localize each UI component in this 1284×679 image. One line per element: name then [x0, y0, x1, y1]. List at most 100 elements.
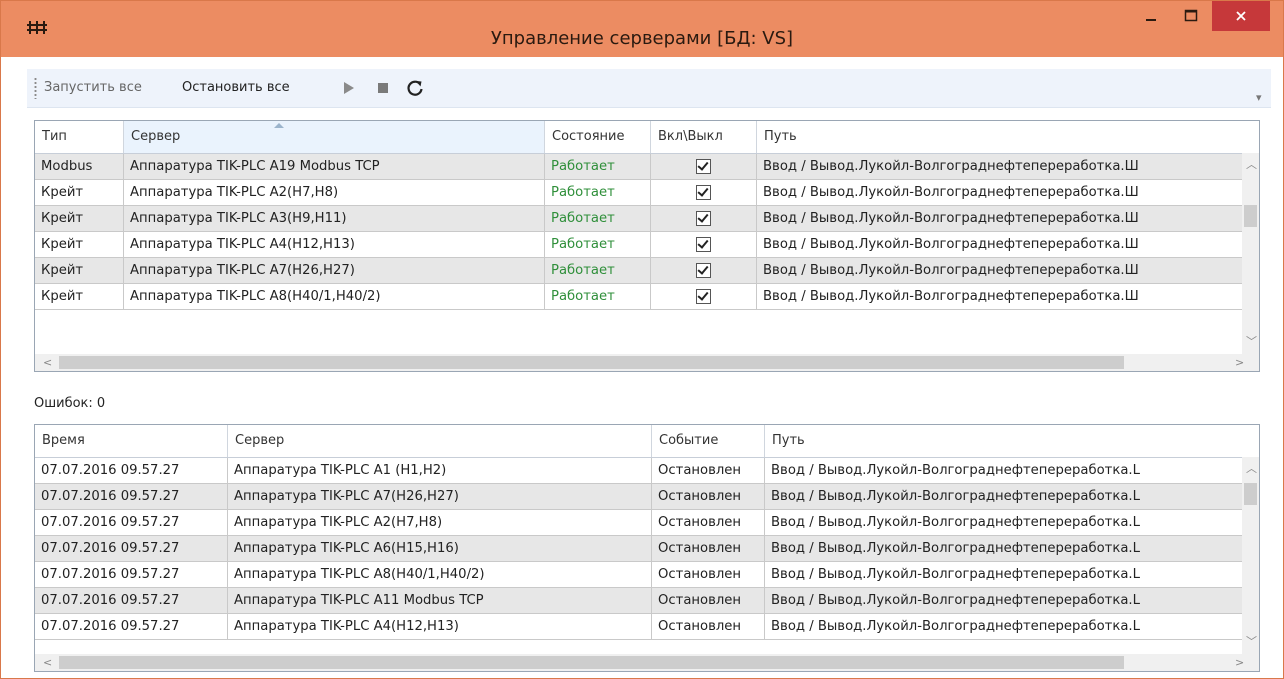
- cell-path: Ввод / Вывод.Лукойл-Волгограднефтеперера…: [765, 510, 1245, 536]
- table-row[interactable]: Modbus Аппаратура TIK-PLC A19 Modbus TCP Р…: [35, 154, 1245, 180]
- table-row[interactable]: 07.07.2016 09.57.27 Аппаратура TIK-PLC A2…: [35, 510, 1245, 536]
- column-header-server[interactable]: Сервер: [124, 121, 545, 153]
- column-header-server[interactable]: Сервер: [228, 425, 652, 457]
- cell-state: Работает: [545, 232, 651, 258]
- cell-enabled: [651, 232, 757, 258]
- column-header-server-label: Сервер: [131, 129, 181, 144]
- enabled-checkbox[interactable]: [696, 263, 711, 278]
- column-header-time[interactable]: Время: [35, 425, 228, 457]
- cell-type: Крейт: [35, 232, 124, 258]
- cell-state: Работает: [545, 258, 651, 284]
- cell-state: Работает: [545, 154, 651, 180]
- title-bar[interactable]: Управление серверами [БД: VS]: [1, 1, 1283, 57]
- play-icon[interactable]: [344, 82, 354, 94]
- cell-time: 07.07.2016 09.57.27: [35, 614, 228, 640]
- table-row[interactable]: 07.07.2016 09.57.27 Аппаратура TIK-PLC A8…: [35, 562, 1245, 588]
- cell-type: Крейт: [35, 206, 124, 232]
- cell-time: 07.07.2016 09.57.27: [35, 536, 228, 562]
- column-header-path[interactable]: Путь: [765, 425, 1245, 457]
- table-row[interactable]: 07.07.2016 09.57.27 Аппаратура TIK-PLC A1…: [35, 588, 1245, 614]
- table-row[interactable]: 07.07.2016 09.57.27 Аппаратура TIK-PLC A7…: [35, 484, 1245, 510]
- table-row[interactable]: 07.07.2016 09.57.27 Аппаратура TIK-PLC A1…: [35, 458, 1245, 484]
- scroll-up-icon[interactable]: ︿: [1246, 159, 1257, 171]
- servers-scroll-thumb[interactable]: [1244, 205, 1257, 227]
- events-hscroll-thumb[interactable]: [59, 656, 1124, 669]
- cell-event: Остановлен: [652, 458, 765, 484]
- cell-time: 07.07.2016 09.57.27: [35, 458, 228, 484]
- column-header-state[interactable]: Состояние: [545, 121, 651, 153]
- scroll-down-icon[interactable]: ﹀: [1246, 336, 1257, 348]
- minimize-button[interactable]: [1136, 1, 1166, 31]
- cell-path: Ввод / Вывод.Лукойл-Волгограднефтеперера…: [757, 232, 1245, 258]
- cell-event: Остановлен: [652, 510, 765, 536]
- close-button[interactable]: [1212, 1, 1270, 31]
- scroll-up-icon[interactable]: ︿: [1246, 463, 1257, 475]
- cell-server: Аппаратура TIK-PLC A4(H12,H13): [124, 232, 545, 258]
- servers-horizontal-scrollbar[interactable]: < >: [35, 354, 1259, 371]
- column-header-path[interactable]: Путь: [757, 121, 1245, 153]
- events-vertical-scrollbar[interactable]: ︿ ﹀: [1242, 457, 1259, 654]
- table-row[interactable]: Крейт Аппаратура TIK-PLC A4(H12,H13) Работ…: [35, 232, 1245, 258]
- window-title: Управление серверами [БД: VS]: [490, 28, 794, 49]
- refresh-icon[interactable]: [406, 79, 424, 97]
- scroll-down-icon[interactable]: ﹀: [1246, 636, 1257, 648]
- table-row[interactable]: 07.07.2016 09.57.27 Аппаратура TIK-PLC A6…: [35, 536, 1245, 562]
- events-horizontal-scrollbar[interactable]: < >: [35, 654, 1259, 671]
- servers-grid[interactable]: Тип Сервер Состояние Вкл\Выкл Путь Modbu…: [34, 120, 1260, 372]
- cell-type: Крейт: [35, 284, 124, 310]
- stop-icon[interactable]: [378, 83, 388, 93]
- maximize-button[interactable]: [1174, 1, 1208, 31]
- cell-path: Ввод / Вывод.Лукойл-Волгограднефтеперера…: [765, 562, 1245, 588]
- enabled-checkbox[interactable]: [696, 185, 711, 200]
- cell-type: Крейт: [35, 180, 124, 206]
- toolbar: Запустить все Остановить все ▾: [27, 69, 1271, 108]
- events-scroll-thumb[interactable]: [1244, 483, 1257, 505]
- start-all-button[interactable]: Запустить все: [44, 79, 142, 97]
- cell-enabled: [651, 154, 757, 180]
- enabled-checkbox[interactable]: [696, 237, 711, 252]
- cell-server: Аппаратура TIK-PLC A19 Modbus TCP: [124, 154, 545, 180]
- cell-server: Аппаратура TIK-PLC A8(H40/1,H40/2): [124, 284, 545, 310]
- toolbar-overflow-icon[interactable]: ▾: [1256, 92, 1262, 103]
- cell-path: Ввод / Вывод.Лукойл-Волгограднефтеперера…: [757, 154, 1245, 180]
- sort-ascending-icon: [274, 123, 284, 128]
- cell-event: Остановлен: [652, 588, 765, 614]
- scroll-right-icon[interactable]: >: [1235, 657, 1244, 669]
- cell-server: Аппаратура TIK-PLC A3(H9,H11): [124, 206, 545, 232]
- events-grid-header: Время Сервер Событие Путь: [35, 425, 1245, 458]
- table-row[interactable]: 07.07.2016 09.57.27 Аппаратура TIK-PLC A4…: [35, 614, 1245, 640]
- table-row[interactable]: Крейт Аппаратура TIK-PLC A2(H7,H8) Работае…: [35, 180, 1245, 206]
- cell-enabled: [651, 180, 757, 206]
- table-row[interactable]: Крейт Аппаратура TIK-PLC A8(H40/1,H40/2) Р…: [35, 284, 1245, 310]
- cell-path: Ввод / Вывод.Лукойл-Волгограднефтеперера…: [765, 588, 1245, 614]
- table-row-partial[interactable]: [35, 310, 1245, 316]
- enabled-checkbox[interactable]: [696, 211, 711, 226]
- column-header-enabled[interactable]: Вкл\Выкл: [651, 121, 757, 153]
- events-grid[interactable]: Время Сервер Событие Путь 07.07.2016 09.…: [34, 424, 1260, 672]
- scroll-right-icon[interactable]: >: [1235, 357, 1244, 369]
- cell-path: Ввод / Вывод.Лукойл-Волгограднефтеперера…: [765, 614, 1245, 640]
- enabled-checkbox[interactable]: [696, 159, 711, 174]
- scroll-left-icon[interactable]: <: [43, 357, 52, 369]
- table-row[interactable]: Крейт Аппаратура TIK-PLC A3(H9,H11) Работа…: [35, 206, 1245, 232]
- cell-time: 07.07.2016 09.57.27: [35, 510, 228, 536]
- column-header-event[interactable]: Событие: [652, 425, 765, 457]
- cell-server: Аппаратура TIK-PLC A4(H12,H13): [228, 614, 652, 640]
- scroll-left-icon[interactable]: <: [43, 657, 52, 669]
- cell-time: 07.07.2016 09.57.27: [35, 588, 228, 614]
- stop-all-button[interactable]: Остановить все: [182, 79, 290, 97]
- servers-hscroll-thumb[interactable]: [59, 356, 1124, 369]
- cell-server: Аппаратура TIK-PLC A2(H7,H8): [124, 180, 545, 206]
- enabled-checkbox[interactable]: [696, 289, 711, 304]
- table-row[interactable]: Крейт Аппаратура TIK-PLC A7(H26,H27) Работ…: [35, 258, 1245, 284]
- cell-state: Работает: [545, 206, 651, 232]
- toolbar-grip-icon[interactable]: [34, 77, 37, 99]
- cell-event: Остановлен: [652, 562, 765, 588]
- column-header-type[interactable]: Тип: [35, 121, 124, 153]
- cell-path: Ввод / Вывод.Лукойл-Волгограднефтеперера…: [757, 284, 1245, 310]
- cell-path: Ввод / Вывод.Лукойл-Волгограднефтеперера…: [765, 458, 1245, 484]
- cell-type: Modbus: [35, 154, 124, 180]
- servers-vertical-scrollbar[interactable]: ︿ ﹀: [1242, 153, 1259, 354]
- cell-server: Аппаратура TIK-PLC A11 Modbus TCP: [228, 588, 652, 614]
- cell-time: 07.07.2016 09.57.27: [35, 484, 228, 510]
